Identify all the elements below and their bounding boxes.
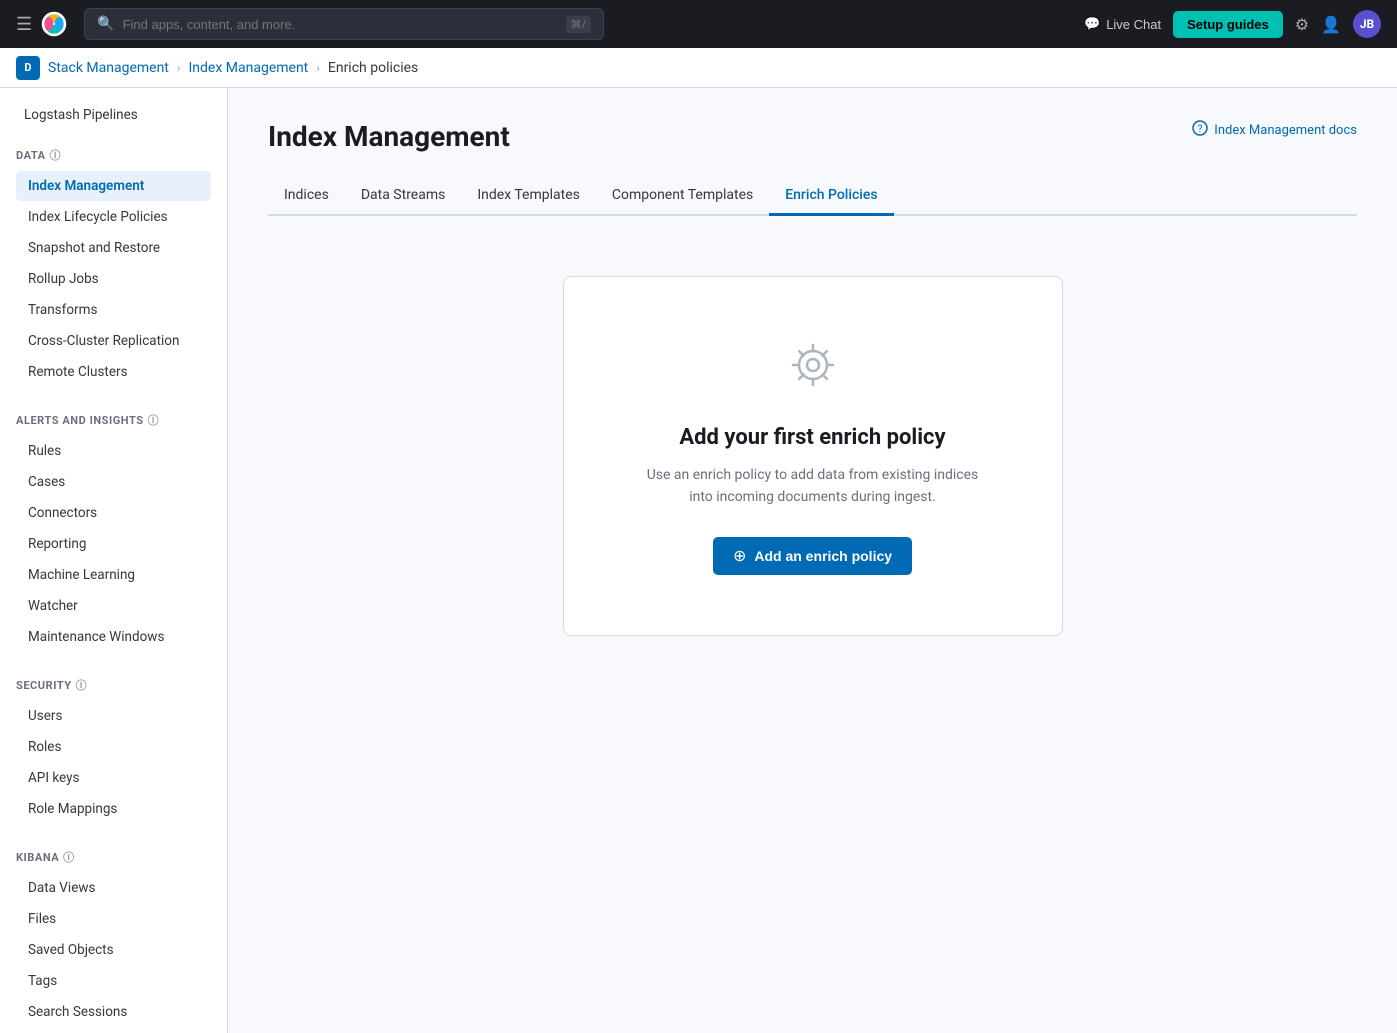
menu-toggle-icon[interactable]: ☰ [16,14,32,35]
sidebar-section-label-security: Security ⓘ [16,677,211,701]
sidebar-section-label-alerts: Alerts and Insights ⓘ [16,412,211,436]
sidebar-item-maintenance-windows[interactable]: Maintenance Windows [16,622,211,652]
sidebar-section-data: Data ⓘ Index Management Index Lifecycle … [0,131,227,396]
breadcrumb-index-management[interactable]: Index Management [189,60,309,76]
global-search-bar[interactable]: 🔍 ⌘/ [84,8,604,40]
search-keyboard-shortcut: ⌘/ [566,16,592,33]
nav-actions: 💬 Live Chat Setup guides ⚙ 👤 JB [1084,10,1381,38]
svg-text:?: ? [1198,124,1203,135]
users-icon[interactable]: 👤 [1321,15,1341,34]
sidebar-item-role-mappings[interactable]: Role Mappings [16,794,211,824]
sidebar-item-api-keys[interactable]: API keys [16,763,211,793]
sidebar-item-rules[interactable]: Rules [16,436,211,466]
empty-state-title: Add your first enrich policy [644,425,982,450]
add-icon: ⊕ [733,546,746,566]
page-layout: Logstash Pipelines Data ⓘ Index Manageme… [0,88,1397,1033]
main-content: Index Management ? Index Management docs… [228,88,1397,1033]
search-icon: 🔍 [97,16,114,32]
tab-indices[interactable]: Indices [268,177,345,216]
docs-icon: ? [1192,120,1208,140]
security-info-icon[interactable]: ⓘ [76,677,88,693]
live-chat-button[interactable]: 💬 Live Chat [1084,16,1161,32]
sidebar-item-tags[interactable]: Tags [16,966,211,996]
tab-component-templates[interactable]: Component Templates [596,177,769,216]
space-badge: D [16,56,40,80]
sidebar-section-label-kibana: Kibana ⓘ [16,849,211,873]
sidebar-item-cases[interactable]: Cases [16,467,211,497]
breadcrumb-space: D [16,56,40,80]
sidebar-item-cross-cluster-replication[interactable]: Cross-Cluster Replication [16,326,211,356]
sidebar-item-remote-clusters[interactable]: Remote Clusters [16,357,211,387]
sidebar-item-machine-learning[interactable]: Machine Learning [16,560,211,590]
breadcrumb-sep-1: › [177,61,181,75]
tab-data-streams[interactable]: Data Streams [345,177,462,216]
empty-state: Add your first enrich policy Use an enri… [563,276,1063,636]
sidebar-item-rollup-jobs[interactable]: Rollup Jobs [16,264,211,294]
tab-index-templates[interactable]: Index Templates [461,177,596,216]
page-header: Index Management ? Index Management docs [268,120,1357,153]
breadcrumb-sep-2: › [316,61,320,75]
empty-state-container: Add your first enrich policy Use an enri… [268,216,1357,696]
sidebar-item-saved-objects[interactable]: Saved Objects [16,935,211,965]
sidebar-item-search-sessions[interactable]: Search Sessions [16,997,211,1027]
top-navigation: ☰ 🔍 ⌘/ 💬 Live Chat Setup guides ⚙ 👤 JB [0,0,1397,48]
sidebar-item-connectors[interactable]: Connectors [16,498,211,528]
sidebar-item-logstash-pipelines[interactable]: Logstash Pipelines [12,100,215,130]
sidebar-section-alerts: Alerts and Insights ⓘ Rules Cases Connec… [0,396,227,661]
logo-area: ☰ [16,10,68,38]
sidebar-section-kibana: Kibana ⓘ Data Views Files Saved Objects … [0,833,227,1033]
sidebar-item-transforms[interactable]: Transforms [16,295,211,325]
sidebar-section-label-data: Data ⓘ [16,147,211,171]
breadcrumb-bar: D Stack Management › Index Management › … [0,48,1397,88]
sidebar-item-index-management[interactable]: Index Management [16,171,211,201]
data-info-icon[interactable]: ⓘ [50,147,62,163]
sidebar-item-roles[interactable]: Roles [16,732,211,762]
search-input[interactable] [123,17,558,32]
sidebar-item-index-lifecycle-policies[interactable]: Index Lifecycle Policies [16,202,211,232]
kibana-info-icon[interactable]: ⓘ [63,849,75,865]
setup-guides-button[interactable]: Setup guides [1173,11,1283,38]
sidebar: Logstash Pipelines Data ⓘ Index Manageme… [0,88,228,1033]
tab-enrich-policies[interactable]: Enrich Policies [769,177,893,216]
breadcrumb-current: Enrich policies [328,60,418,76]
alerts-info-icon[interactable]: ⓘ [148,412,160,428]
docs-link[interactable]: ? Index Management docs [1192,120,1357,140]
page-title: Index Management [268,120,510,153]
empty-state-description: Use an enrich policy to add data from ex… [644,464,982,509]
breadcrumb-stack-management[interactable]: Stack Management [48,60,169,76]
elastic-logo [40,10,68,38]
tabs: Indices Data Streams Index Templates Com… [268,177,1357,216]
sidebar-item-data-views[interactable]: Data Views [16,873,211,903]
sidebar-item-users[interactable]: Users [16,701,211,731]
help-icon[interactable]: ⚙ [1295,15,1309,34]
chat-icon: 💬 [1084,16,1100,32]
sidebar-item-watcher[interactable]: Watcher [16,591,211,621]
avatar[interactable]: JB [1353,10,1381,38]
sidebar-item-files[interactable]: Files [16,904,211,934]
sidebar-section-security: Security ⓘ Users Roles API keys Role Map… [0,661,227,833]
sidebar-item-reporting[interactable]: Reporting [16,529,211,559]
sidebar-item-snapshot-restore[interactable]: Snapshot and Restore [16,233,211,263]
empty-state-icon [644,337,982,405]
add-enrich-policy-button[interactable]: ⊕ Add an enrich policy [713,537,912,575]
sidebar-item-spaces[interactable]: Spaces [16,1028,211,1033]
